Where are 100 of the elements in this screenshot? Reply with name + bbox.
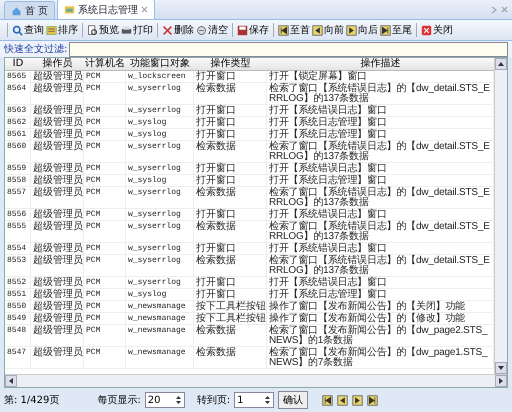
table-cell: PCM [84,289,126,300]
table-cell: w_syslog [126,289,194,300]
spin-arrows-icon[interactable] [174,395,182,405]
table-cell: 超级管理员 [31,221,84,242]
table-cell: w_newsmanage [126,301,194,312]
previous-icon [312,24,323,36]
table-cell: 超级管理员 [31,325,84,346]
toolbar-button[interactable]: 向前 [311,22,345,38]
column-header[interactable]: 功能窗口对象 [126,58,194,70]
table-cell: w_syserrlog [126,243,194,254]
per-page-label: 每页显示: [97,394,141,407]
horizontal-scrollbar[interactable] [5,374,507,387]
first-icon [278,24,289,36]
close-icon [421,24,432,36]
table-cell: 超级管理员 [31,277,84,288]
home-icon [11,5,22,16]
table-cell: w_syserrlog [126,277,194,288]
last-icon [380,24,391,36]
table-cell: 检索数据 [194,221,267,242]
toolbar-button[interactable]: 打印 [120,22,154,38]
table-cell: PCM [84,141,126,162]
table-cell: 超级管理员 [31,163,84,174]
table-cell: PCM [84,347,126,368]
table-cell: 8563 [5,105,31,116]
nav-button[interactable] [322,394,334,406]
toolbar-button[interactable]: 至尾 [379,22,413,38]
table-cell: 8550 [5,301,31,312]
toolbar-button[interactable]: 排序 [45,22,79,38]
toolbar-button[interactable]: 关闭 [420,22,454,38]
table-cell: PCM [84,83,126,104]
table-cell: PCM [84,221,126,242]
table-cell: w_lockscreen [126,71,194,82]
goto-page-spinner[interactable]: 1 [234,392,274,408]
last-icon [367,394,378,406]
table-cell: 打开窗口 [194,71,267,82]
table-cell: 8559 [5,163,31,174]
column-header[interactable]: 计算机名 [84,58,126,70]
table-cell: w_syserrlog [126,83,194,104]
table-cell: 8562 [5,117,31,128]
table-cell: PCM [84,71,126,82]
toolbar-button[interactable]: 删除 [161,22,195,38]
page-info: 第: 1/429页 [4,394,60,407]
folder-icon [64,4,76,15]
scroll-up-button[interactable] [495,58,507,70]
search-icon [12,24,23,36]
scroll-left-button[interactable] [5,375,17,387]
table-cell: 8556 [5,209,31,220]
table-cell: w_syserrlog [126,187,194,208]
toolbar-button[interactable]: 查询 [11,22,45,38]
column-header[interactable]: 操作描述 [267,58,494,70]
table-cell: 超级管理员 [31,243,84,254]
table-cell: PCM [84,187,126,208]
table-cell: w_syserrlog [126,141,194,162]
column-header[interactable]: 操作员 [31,58,84,70]
filter-label: 快速全文过滤: [4,42,68,56]
table-cell: 8565 [5,71,31,82]
table-cell: 8560 [5,141,31,162]
table-cell: PCM [84,277,126,288]
nav-button[interactable] [337,394,348,406]
tab[interactable]: 系统日志管理 [57,0,156,19]
spin-arrows-icon[interactable] [264,395,272,405]
table-cell: 超级管理员 [31,117,84,128]
next-icon [352,394,364,406]
table-cell: 超级管理员 [31,347,84,368]
confirm-button[interactable]: 确认 [278,391,308,409]
vertical-scrollbar[interactable] [494,58,507,374]
table-cell: PCM [84,301,126,312]
table-cell: PCM [84,325,126,346]
table-cell: PCM [84,105,126,116]
table-cell: 8548 [5,325,31,346]
table-cell: w_syslog [126,175,194,186]
table-cell: 8564 [5,83,31,104]
table-cell: 8558 [5,175,31,186]
per-page-spinner[interactable]: 20 [144,392,185,408]
toolbar-button[interactable]: 向后 [345,22,379,38]
table-cell: PCM [84,255,126,276]
table-cell: w_newsmanage [126,347,194,368]
column-header[interactable]: 操作类型 [194,58,267,70]
toolbar-button[interactable]: 至首 [277,22,311,38]
nav-button[interactable] [367,394,378,406]
nav-button[interactable] [352,394,364,406]
table-cell: 8554 [5,243,31,254]
table-cell: 检索数据 [194,187,267,208]
table-cell: w_syserrlog [126,163,194,174]
scroll-right-button[interactable] [495,375,507,387]
table-cell: 8561 [5,129,31,140]
table-cell: 超级管理员 [31,83,84,104]
table-cell: w_syslog [126,129,194,140]
tab[interactable]: 首 页 [4,1,56,19]
toolbar-button[interactable]: 预览 [86,22,120,38]
scroll-down-button[interactable] [495,362,507,374]
column-header[interactable]: ID [5,58,31,70]
toolbar-button[interactable]: 保存 [236,22,270,38]
filter-field[interactable] [69,42,508,56]
close-icon[interactable] [141,6,148,13]
table-cell: 超级管理员 [31,141,84,162]
table-cell: 打开窗口 [194,163,267,174]
toolbar-button[interactable]: 清空 [195,22,229,38]
table-cell: 8547 [5,347,31,368]
table-cell: 超级管理员 [31,313,84,324]
